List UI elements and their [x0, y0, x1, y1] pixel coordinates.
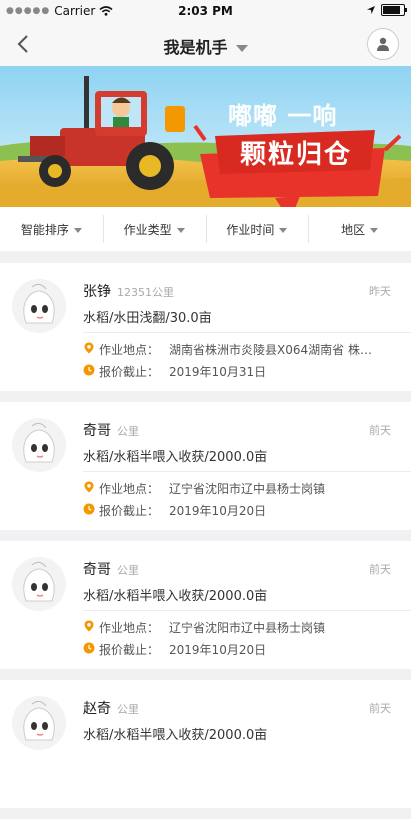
filter-job-type[interactable]: 作业类型: [102, 214, 206, 243]
filter-label: 作业时间: [226, 222, 275, 237]
location-label: 作业地点：: [99, 343, 160, 357]
location-arrow-icon: [367, 6, 375, 14]
owner-name-text: 赵奇: [83, 701, 111, 717]
job-card[interactable]: 奇哥 公里 前天 水稻/水稻半喂入收获/2000.0亩 作业地点： 辽宁省沈阳市辽中…: [0, 541, 411, 669]
owner-name: 奇哥 公里: [83, 420, 139, 440]
distance: 公里: [117, 425, 139, 438]
filter-job-time[interactable]: 作业时间: [205, 214, 309, 243]
avatar-face-icon: [23, 700, 55, 741]
distance: 公里: [117, 564, 139, 577]
post-time: 前天: [369, 424, 391, 437]
location-row: 作业地点： 湖南省株洲市炎陵县X064湖南省 株…: [83, 341, 401, 358]
owner-name-text: 奇哥: [83, 562, 111, 578]
distance: 公里: [117, 703, 139, 716]
caret-down-icon: [279, 227, 288, 233]
filter-label: 作业类型: [123, 222, 172, 237]
filter-label: 地区: [341, 222, 366, 237]
job-card[interactable]: 赵奇 公里 前天 水稻/水稻半喂入收获/2000.0亩: [0, 680, 411, 808]
user-profile-button[interactable]: [367, 28, 399, 60]
clock-icon: [83, 642, 95, 654]
avatar-face-icon: [23, 283, 55, 324]
owner-name-text: 张铮: [83, 284, 111, 300]
avatar: [12, 418, 66, 472]
job-description: 水稻/水稻半喂入收获/2000.0亩: [83, 450, 268, 465]
job-list: 张铮 12351公里 昨天 水稻/水田浅翻/30.0亩 作业地点： 湖南省株洲市炎陵…: [0, 263, 411, 819]
post-time: 前天: [369, 702, 391, 715]
location-label: 作业地点：: [99, 482, 160, 496]
clock-icon: [83, 503, 95, 515]
location-value: 辽宁省沈阳市辽中县杨士岗镇: [169, 621, 326, 635]
divider: [83, 610, 411, 611]
deadline-label: 报价截止：: [99, 504, 160, 518]
owner-name: 张铮 12351公里: [83, 281, 174, 301]
deadline-label: 报价截止：: [99, 365, 160, 379]
deadline-row: 报价截止： 2019年10月31日: [83, 363, 401, 380]
job-description: 水稻/水稻半喂入收获/2000.0亩: [83, 728, 268, 743]
avatar: [12, 279, 66, 333]
avatar-face-icon: [23, 561, 55, 602]
distance: 12351公里: [117, 286, 174, 299]
deadline-value: 2019年10月20日: [169, 504, 267, 518]
banner-text-line2: 颗粒归仓: [240, 140, 353, 170]
status-time: 2:03 PM: [178, 4, 233, 18]
deadline-value: 2019年10月31日: [169, 365, 267, 379]
page-title-dropdown[interactable]: 我是机手: [0, 34, 411, 58]
deadline-label: 报价截止：: [99, 643, 160, 657]
caret-down-icon: [235, 45, 248, 52]
user-icon: [377, 37, 389, 51]
banner-text-line1: 嘟嘟 一响: [228, 102, 338, 130]
status-bar: ●●●●● Carrier 2:03 PM: [0, 0, 411, 22]
location-row: 作业地点： 辽宁省沈阳市辽中县杨士岗镇: [83, 480, 401, 497]
owner-name: 赵奇 公里: [83, 698, 139, 718]
job-card[interactable]: 奇哥 公里 前天 水稻/水稻半喂入收获/2000.0亩 作业地点： 辽宁省沈阳市辽中…: [0, 402, 411, 530]
promo-banner[interactable]: 嘟嘟 一响 颗粒归仓: [0, 66, 411, 207]
clock-icon: [83, 364, 95, 376]
filter-label: 智能排序: [20, 222, 69, 237]
caret-down-icon: [176, 227, 185, 233]
job-description: 水稻/水田浅翻/30.0亩: [83, 311, 212, 326]
deadline-row: 报价截止： 2019年10月20日: [83, 641, 401, 658]
filter-smart-sort[interactable]: 智能排序: [0, 221, 103, 238]
caret-down-icon: [370, 227, 379, 233]
job-description: 水稻/水稻半喂入收获/2000.0亩: [83, 589, 268, 604]
owner-name: 奇哥 公里: [83, 559, 139, 579]
battery-icon: [381, 4, 407, 16]
deadline-row: 报价截止： 2019年10月20日: [83, 502, 401, 519]
caret-down-icon: [73, 227, 82, 233]
location-value: 辽宁省沈阳市辽中县杨士岗镇: [169, 482, 326, 496]
filter-bar: 智能排序 作业类型 作业时间 地区: [0, 207, 411, 251]
location-row: 作业地点： 辽宁省沈阳市辽中县杨士岗镇: [83, 619, 401, 636]
filter-region[interactable]: 地区: [308, 214, 411, 243]
divider: [83, 332, 411, 333]
location-pin-icon: [84, 481, 94, 493]
post-time: 前天: [369, 563, 391, 576]
location-pin-icon: [84, 620, 94, 632]
job-card[interactable]: 张铮 12351公里 昨天 水稻/水田浅翻/30.0亩 作业地点： 湖南省株洲市炎陵…: [0, 263, 411, 391]
divider: [83, 471, 411, 472]
location-label: 作业地点：: [99, 621, 160, 635]
nav-bar: 我是机手: [0, 22, 411, 66]
deadline-value: 2019年10月20日: [169, 643, 267, 657]
post-time: 昨天: [369, 285, 391, 298]
location-pin-icon: [84, 342, 94, 354]
location-value: 湖南省株洲市炎陵县X064湖南省 株…: [169, 343, 372, 357]
avatar-face-icon: [23, 422, 55, 463]
avatar: [12, 696, 66, 750]
owner-name-text: 奇哥: [83, 423, 111, 439]
page-title: 我是机手: [163, 38, 228, 57]
avatar: [12, 557, 66, 611]
